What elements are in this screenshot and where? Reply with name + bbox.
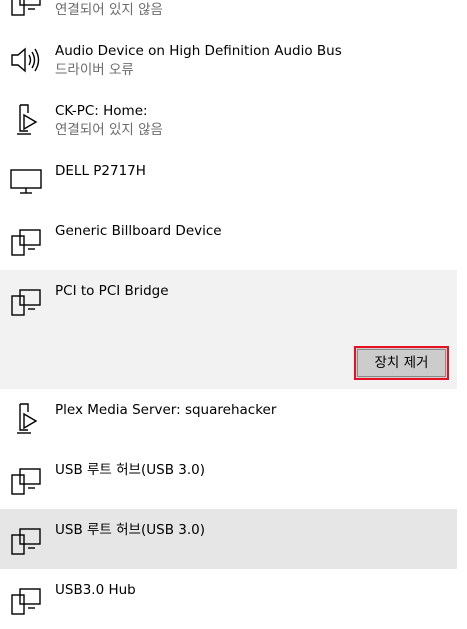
device-item[interactable]: USB3.0 Hub bbox=[0, 569, 457, 629]
media-device-icon bbox=[9, 402, 43, 436]
device-item[interactable]: Plex Media Server: squarehacker bbox=[0, 389, 457, 449]
generic-device-icon bbox=[9, 224, 43, 258]
remove-device-button-label: 장치 제거 bbox=[374, 354, 429, 371]
device-status: 드라이버 오류 bbox=[55, 62, 134, 78]
device-name: USB 루트 허브(USB 3.0) bbox=[55, 462, 205, 478]
device-name: CK-PC: Home: bbox=[55, 103, 148, 119]
media-device-icon bbox=[9, 103, 43, 137]
device-name: Audio Device on High Definition Audio Bu… bbox=[55, 43, 342, 59]
scrollbar-track[interactable] bbox=[457, 0, 467, 590]
device-item-hovered[interactable]: USB 루트 허브(USB 3.0) bbox=[0, 509, 457, 569]
device-name: PCI to PCI Bridge bbox=[55, 283, 169, 299]
generic-device-icon bbox=[9, 583, 43, 617]
device-item-selected[interactable]: PCI to PCI Bridge 장치 제거 bbox=[0, 270, 457, 389]
device-item[interactable]: USB 루트 허브(USB 3.0) bbox=[0, 449, 457, 509]
speaker-icon bbox=[9, 43, 43, 77]
device-item[interactable]: Generic Billboard Device bbox=[0, 210, 457, 270]
device-name: Generic Billboard Device bbox=[55, 223, 222, 239]
remove-device-button[interactable]: 장치 제거 bbox=[354, 346, 449, 380]
monitor-icon bbox=[9, 163, 43, 197]
generic-device-icon bbox=[9, 463, 43, 497]
device-name: USB3.0 Hub bbox=[55, 582, 136, 598]
device-name: DELL P2717H bbox=[55, 163, 146, 179]
device-item[interactable]: CK-PC: Home: 연결되어 있지 않음 bbox=[0, 90, 457, 150]
device-status: 연결되어 있지 않음 bbox=[55, 2, 163, 18]
generic-device-icon bbox=[9, 284, 43, 318]
device-item[interactable]: Audio Device on High Definition Audio Bu… bbox=[0, 30, 457, 90]
device-status: 연결되어 있지 않음 bbox=[55, 122, 163, 138]
device-item[interactable]: DELL P2717H bbox=[0, 150, 457, 210]
device-item[interactable]: 연결되어 있지 않음 bbox=[0, 0, 457, 30]
device-name: USB 루트 허브(USB 3.0) bbox=[55, 522, 205, 538]
device-name: Plex Media Server: squarehacker bbox=[55, 402, 277, 418]
computer-device-icon bbox=[9, 0, 43, 18]
generic-device-icon bbox=[9, 523, 43, 557]
